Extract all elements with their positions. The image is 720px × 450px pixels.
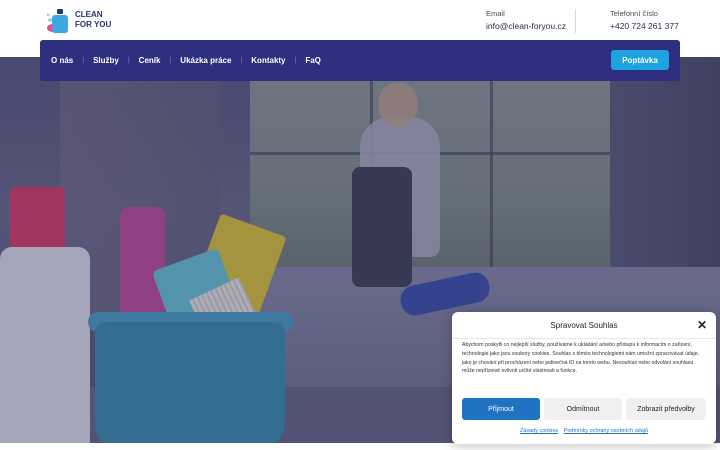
contact-phone: Telefonní číslo +420 724 261 377 xyxy=(610,9,679,33)
logo-text: CLEAN FOR YOU xyxy=(75,10,111,30)
nav-item-cenik[interactable]: Ceník xyxy=(139,56,161,65)
deny-button[interactable]: Odmítnout xyxy=(544,398,622,420)
accept-button[interactable]: Přijmout xyxy=(462,398,540,420)
header-divider xyxy=(575,9,576,33)
cookie-links: Zásady cookies Podmínky ochrany osobních… xyxy=(452,428,716,434)
nav-item-faq[interactable]: FaQ xyxy=(305,56,321,65)
nav-separator: | xyxy=(240,57,243,64)
poptavka-button[interactable]: Poptávka xyxy=(611,50,669,70)
phone-label: Telefonní číslo xyxy=(610,9,658,18)
nav-item-sluzby[interactable]: Služby xyxy=(93,56,119,65)
cookie-consent-dialog: Spravovat Souhlas ✕ Abychom poskytli co … xyxy=(452,312,716,444)
email-link[interactable]: info@clean-foryou.cz xyxy=(486,19,566,33)
nav-item-ukazka-prace[interactable]: Ukázka práce xyxy=(180,56,231,65)
logo-line-2: FOR YOU xyxy=(75,20,112,29)
contact-email: Email info@clean-foryou.cz xyxy=(486,9,566,33)
privacy-policy-link[interactable]: Podmínky ochrany osobních údajů xyxy=(564,428,648,434)
nav-item-kontakty[interactable]: Kontakty xyxy=(251,56,285,65)
nav-separator: | xyxy=(82,57,85,64)
cookie-title: Spravovat Souhlas xyxy=(550,321,618,330)
cookie-text: Abychom poskytli co nejlepší služby, pou… xyxy=(462,342,700,375)
nav-separator: | xyxy=(169,57,172,64)
nav-separator: | xyxy=(127,57,130,64)
phone-link[interactable]: +420 724 261 377 xyxy=(610,19,679,33)
close-icon[interactable]: ✕ xyxy=(697,319,707,331)
logo-bottle-icon xyxy=(44,6,72,34)
cookie-policy-link[interactable]: Zásady cookies xyxy=(520,428,558,434)
nav-separator: | xyxy=(294,57,297,64)
email-label: Email xyxy=(486,9,505,18)
cookie-divider xyxy=(452,338,716,339)
logo-line-1: CLEAN xyxy=(75,10,103,19)
logo[interactable]: CLEAN FOR YOU xyxy=(44,6,111,34)
main-nav: O nás | Služby | Ceník | Ukázka práce | … xyxy=(40,40,680,81)
nav-item-o-nas[interactable]: O nás xyxy=(51,56,73,65)
preferences-button[interactable]: Zobrazit předvolby xyxy=(626,398,706,420)
